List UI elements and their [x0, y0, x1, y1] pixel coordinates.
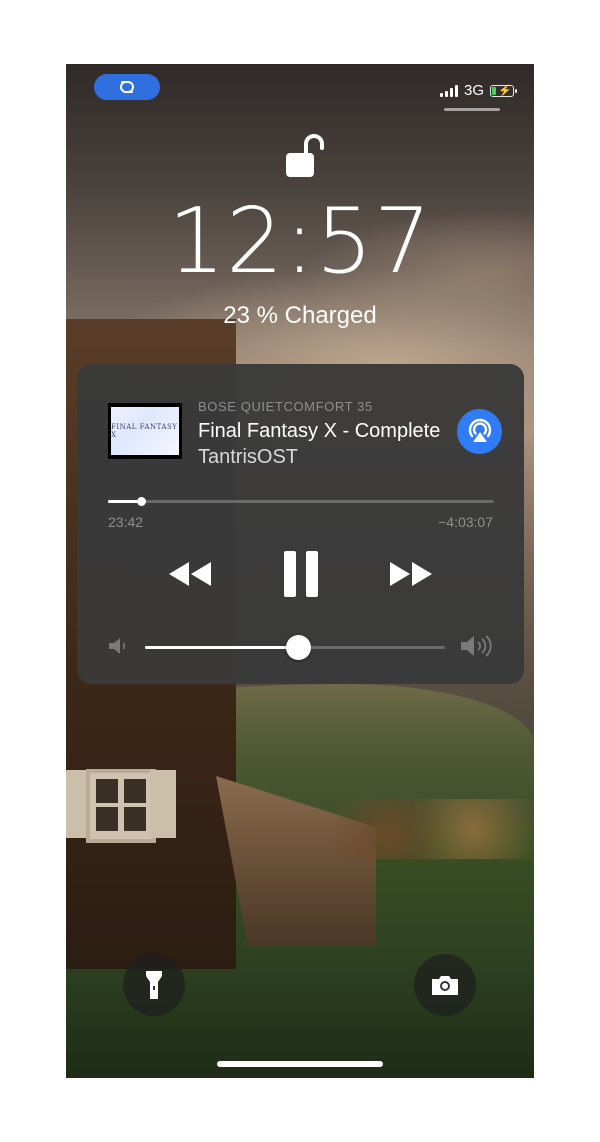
status-indicators: 3G ⚡	[439, 82, 517, 99]
elapsed-time: 23:42	[108, 514, 144, 530]
output-device-name: BOSE QUIETCOMFORT 35	[198, 399, 373, 414]
remaining-time: −4:03:07	[438, 514, 493, 530]
status-pill[interactable]	[94, 74, 160, 100]
pause-icon	[284, 551, 318, 597]
unlocked-padlock-icon	[286, 134, 324, 177]
wallpaper-shutter	[150, 770, 176, 838]
control-center-grabber[interactable]	[444, 108, 500, 111]
volume-low-icon	[109, 638, 126, 654]
volume-high-icon	[461, 635, 492, 657]
network-type: 3G	[463, 82, 484, 99]
lock-screen: 3G ⚡ 12:57 23 % Charged FINAL FANTASY X …	[66, 64, 534, 1078]
flashlight-icon	[146, 971, 162, 999]
rewind-icon	[169, 562, 211, 586]
fast-forward-icon	[390, 562, 432, 586]
flashlight-button[interactable]	[123, 954, 185, 1016]
volume-fill	[145, 646, 298, 649]
track-title[interactable]: Final Fantasy X - Complete	[198, 420, 440, 443]
wallpaper-window	[86, 769, 156, 843]
album-art[interactable]: FINAL FANTASY X	[108, 403, 182, 459]
clock-time: 12:57	[167, 189, 433, 294]
playback-scrubber-knob[interactable]	[137, 497, 147, 506]
link-icon	[120, 81, 134, 93]
album-art-title: FINAL FANTASY X	[111, 407, 179, 455]
wallpaper-bushes	[326, 799, 534, 859]
volume-slider-knob[interactable]	[285, 635, 311, 660]
signal-icon	[439, 84, 458, 97]
fast-forward-button[interactable]	[388, 557, 434, 591]
now-playing-widget: FINAL FANTASY X BOSE QUIETCOMFORT 35 Fin…	[77, 364, 524, 684]
rewind-button[interactable]	[167, 557, 213, 591]
airplay-button[interactable]	[457, 409, 502, 454]
battery-icon: ⚡	[490, 84, 517, 97]
camera-icon	[432, 976, 458, 995]
pause-button[interactable]	[282, 550, 320, 598]
track-artist: TantrisOST	[198, 446, 299, 468]
home-indicator[interactable]	[217, 1061, 383, 1067]
camera-button[interactable]	[414, 954, 476, 1016]
charge-status: 23 % Charged	[223, 302, 377, 329]
airplay-audio-icon	[468, 418, 491, 442]
playback-scrubber[interactable]	[108, 497, 494, 506]
volume-slider[interactable]	[145, 635, 445, 660]
